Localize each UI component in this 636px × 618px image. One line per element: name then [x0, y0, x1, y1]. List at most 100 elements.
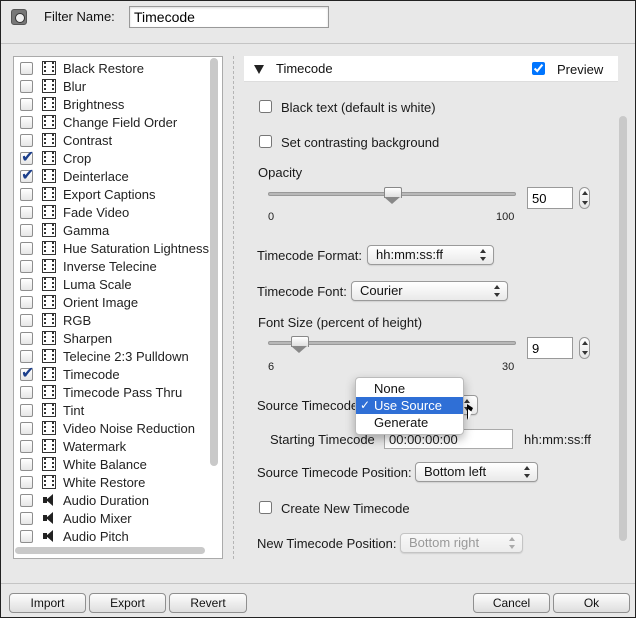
filter-checkbox[interactable] [20, 511, 33, 525]
filter-checkbox[interactable] [20, 313, 33, 327]
source-menu-item-label: None [374, 381, 406, 396]
create-new-timecode-checkbox[interactable] [259, 501, 272, 514]
filter-list-item[interactable]: Video Noise Reduction [14, 419, 210, 437]
filter-checkbox[interactable] [20, 385, 33, 399]
filter-list-item[interactable]: Inverse Telecine [14, 257, 210, 275]
filter-checkbox[interactable] [20, 115, 33, 129]
filter-list-item[interactable]: Luma Scale [14, 275, 210, 293]
filter-list-item[interactable]: RGB [14, 311, 210, 329]
filter-list-item[interactable]: Sharpen [14, 329, 210, 347]
panel-divider[interactable] [233, 56, 234, 559]
filter-list-item[interactable]: Telecine 2:3 Pulldown [14, 347, 210, 365]
filter-list-item[interactable]: Contrast [14, 131, 210, 149]
filter-checkbox[interactable] [20, 187, 33, 201]
filter-checkbox[interactable] [20, 295, 33, 309]
film-icon [42, 331, 56, 345]
popup-arrows-icon [523, 466, 531, 478]
filter-name-input[interactable] [129, 6, 329, 28]
filter-label: Timecode Pass Thru [63, 384, 183, 400]
filter-checkbox[interactable] [20, 475, 33, 489]
filter-list-item[interactable]: White Restore [14, 473, 210, 491]
revert-button[interactable]: Revert [169, 593, 247, 613]
filter-list-item[interactable]: Timecode Pass Thru [14, 383, 210, 401]
source-menu-item[interactable]: None [356, 380, 463, 397]
filter-list-item[interactable]: Blur [14, 77, 210, 95]
filter-list-item[interactable]: White Balance [14, 455, 210, 473]
opacity-stepper[interactable] [579, 187, 590, 209]
filter-checkbox[interactable] [20, 205, 33, 219]
filter-list-item[interactable]: Orient Image [14, 293, 210, 311]
filter-list[interactable]: Black Restore Blur Brightness Change Field … [13, 56, 223, 559]
filter-checkbox[interactable] [20, 439, 33, 453]
filter-checkbox[interactable] [20, 277, 33, 291]
filter-list-item[interactable]: Export Captions [14, 185, 210, 203]
filter-list-item[interactable]: Audio Pitch [14, 527, 210, 545]
filter-list-horizontal-scrollbar[interactable] [15, 547, 205, 554]
filter-list-item[interactable]: Black Restore [14, 59, 210, 77]
filter-checkbox[interactable] [20, 79, 33, 93]
font-size-label: Font Size (percent of height) [258, 315, 423, 330]
filter-checkbox[interactable] [20, 457, 33, 471]
filter-list-item[interactable]: Audio Mixer [14, 509, 210, 527]
new-timecode-position-value: Bottom right [409, 535, 480, 550]
filter-label: Hue Saturation Lightness [63, 240, 209, 256]
filter-checkbox[interactable] [20, 421, 33, 435]
filter-list-item[interactable]: Hue Saturation Lightness [14, 239, 210, 257]
font-size-value-input[interactable] [527, 337, 573, 359]
font-size-slider-thumb[interactable] [291, 336, 309, 353]
filter-checkbox[interactable] [20, 241, 33, 255]
opacity-slider-thumb[interactable] [384, 187, 402, 204]
filter-list-vertical-scrollbar[interactable] [210, 58, 218, 466]
popup-arrows-icon [508, 537, 516, 549]
filter-label: Fade Video [63, 204, 130, 220]
opacity-value-input[interactable] [527, 187, 573, 209]
font-size-max-label: 30 [502, 361, 515, 373]
export-button[interactable]: Export [89, 593, 166, 613]
ok-button[interactable]: Ok [553, 593, 630, 613]
source-timecode-position-popup[interactable]: Bottom left [415, 462, 538, 482]
filter-list-item[interactable]: Deinterlace [14, 165, 210, 185]
film-icon [42, 259, 56, 273]
font-size-stepper[interactable] [579, 337, 590, 359]
filter-checkbox[interactable] [20, 331, 33, 345]
filter-list-item[interactable]: Timecode [14, 363, 210, 383]
filter-checkbox[interactable] [20, 259, 33, 273]
film-icon [42, 223, 56, 237]
filter-list-item[interactable]: Tint [14, 401, 210, 419]
new-timecode-position-popup: Bottom right [400, 533, 523, 553]
film-icon [42, 169, 56, 183]
filter-checkbox[interactable] [20, 363, 34, 382]
filter-checkbox[interactable] [20, 349, 33, 363]
filter-checkbox[interactable] [20, 133, 33, 147]
filter-checkbox[interactable] [20, 97, 33, 111]
timecode-format-popup[interactable]: hh:mm:ss:ff [367, 245, 494, 265]
filter-list-item[interactable]: Fade Video [14, 203, 210, 221]
timecode-font-popup[interactable]: Courier [351, 281, 508, 301]
import-button[interactable]: Import [9, 593, 86, 613]
filter-list-item[interactable]: Watermark [14, 437, 210, 455]
new-timecode-position-label: New Timecode Position: [257, 536, 397, 551]
filter-list-item[interactable]: Change Field Order [14, 113, 210, 131]
filter-checkbox[interactable] [20, 61, 33, 75]
filter-checkbox[interactable] [20, 493, 33, 507]
cancel-button[interactable]: Cancel [473, 593, 550, 613]
filter-checkbox[interactable] [20, 223, 33, 237]
disclosure-triangle-icon[interactable] [254, 65, 264, 74]
filter-list-item[interactable]: Brightness [14, 95, 210, 113]
filter-label: Inverse Telecine [63, 258, 157, 274]
source-menu-item[interactable]: ✓ Use Source [356, 397, 463, 414]
black-text-checkbox[interactable] [259, 100, 272, 113]
filter-checkbox[interactable] [20, 165, 34, 184]
filter-label: RGB [63, 312, 92, 328]
film-icon [42, 277, 56, 291]
contrasting-background-checkbox[interactable] [259, 135, 272, 148]
filter-checkbox[interactable] [20, 403, 33, 417]
filter-list-item[interactable]: Audio Duration [14, 491, 210, 509]
source-menu-item[interactable]: Generate [356, 414, 463, 431]
filter-list-item[interactable]: Crop [14, 147, 210, 167]
preview-checkbox[interactable] [532, 62, 545, 75]
settings-vertical-scrollbar[interactable] [619, 116, 627, 541]
filter-checkbox[interactable] [20, 529, 33, 543]
filter-list-item[interactable]: Gamma [14, 221, 210, 239]
filter-checkbox[interactable] [20, 147, 34, 166]
